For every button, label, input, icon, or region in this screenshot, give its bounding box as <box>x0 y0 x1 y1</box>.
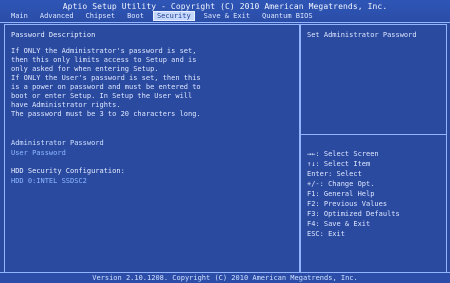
tab-quantum-bios[interactable]: Quantum BIOS <box>259 11 316 21</box>
bios-setup-screen: Aptio Setup Utility - Copyright (C) 2010… <box>0 0 450 283</box>
hdd-item[interactable]: HDD 0:INTEL SSDSC2 <box>11 177 87 185</box>
tab-chipset[interactable]: Chipset <box>83 11 119 21</box>
desc-line: is a power on password and must be enter… <box>11 83 201 91</box>
help-title: Set Administrator Password <box>307 31 417 39</box>
key-help-line: Enter: Select <box>307 170 362 178</box>
tab-main[interactable]: Main <box>8 11 31 21</box>
key-help-list: →←: Select Screen ↑↓: Select Item Enter:… <box>307 149 400 239</box>
password-description-title: Password Description <box>11 31 96 39</box>
key-help-line: +/-: Change Opt. <box>307 180 375 188</box>
key-help-line: F1: General Help <box>307 190 375 198</box>
help-separator <box>301 134 446 135</box>
tab-bar: Main Advanced Chipset Boot Security Save… <box>8 11 316 21</box>
key-help-line: ↑↓: Select Item <box>307 160 371 168</box>
desc-line: If ONLY the Administrator's password is … <box>11 47 197 55</box>
window-title: Aptio Setup Utility - Copyright (C) 2010… <box>62 2 388 11</box>
desc-line: then this only limits access to Setup an… <box>11 56 197 64</box>
desc-line: The password must be 3 to 20 characters … <box>11 110 201 118</box>
desc-line: only asked for when entering Setup. <box>11 65 159 73</box>
key-help-line: F2: Previous Values <box>307 200 388 208</box>
hdd-security-title: HDD Security Configuration: <box>11 167 125 175</box>
desc-line: have Administrator rights. <box>11 101 121 109</box>
key-help-line: F3: Optimized Defaults <box>307 210 400 218</box>
top-bar: Aptio Setup Utility - Copyright (C) 2010… <box>0 0 450 23</box>
desc-line: boot or enter Setup. In Setup the User w… <box>11 92 193 100</box>
tab-security[interactable]: Security <box>152 11 195 21</box>
tab-boot[interactable]: Boot <box>124 11 147 21</box>
user-password-item[interactable]: User Password <box>11 149 66 157</box>
tab-save-exit[interactable]: Save & Exit <box>201 11 253 21</box>
key-help-line: ESC: Exit <box>307 230 345 238</box>
key-help-line: F4: Save & Exit <box>307 220 371 228</box>
tab-advanced[interactable]: Advanced <box>37 11 77 21</box>
desc-line: If ONLY the User's password is set, then… <box>11 74 201 82</box>
footer-version: Version 2.10.1208. Copyright (C) 2010 Am… <box>0 272 450 283</box>
administrator-password-item[interactable]: Administrator Password <box>11 139 104 147</box>
security-panel: Password Description If ONLY the Adminis… <box>4 24 300 274</box>
key-help-line: →←: Select Screen <box>307 150 379 158</box>
help-panel: Set Administrator Password →←: Select Sc… <box>300 24 447 274</box>
